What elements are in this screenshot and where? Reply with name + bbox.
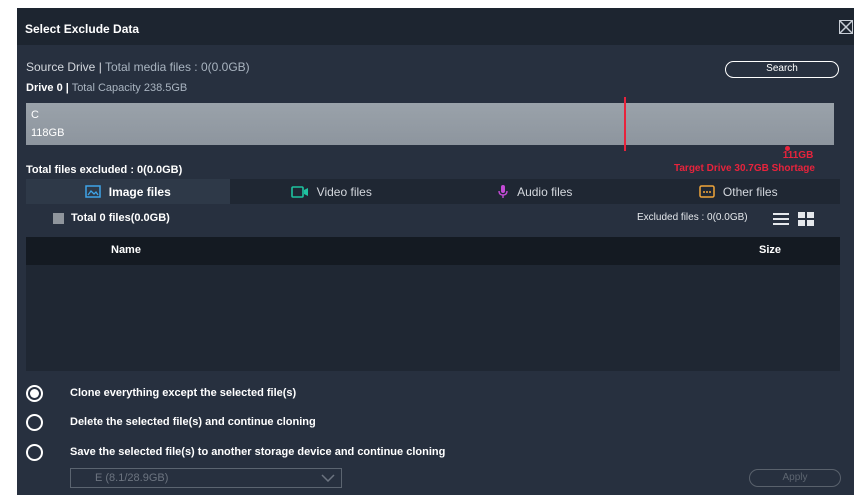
- target-drive-marker: [624, 97, 626, 151]
- target-shortage-warning: Target Drive 30.7GB Shortage: [674, 163, 815, 174]
- video-icon: [290, 185, 308, 198]
- column-header-size[interactable]: Size: [759, 244, 781, 256]
- file-list-toolbar: Total 0 files(0.0GB) Excluded files : 0(…: [26, 207, 840, 235]
- radio-button[interactable]: [26, 444, 43, 461]
- drive-name: Drive 0 |: [26, 82, 69, 94]
- list-view-icon[interactable]: [773, 212, 789, 226]
- other-files-icon: [699, 185, 715, 198]
- total-files-count: Total 0 files(0.0GB): [71, 212, 170, 224]
- close-icon[interactable]: [839, 20, 853, 34]
- total-capacity: Total Capacity 238.5GB: [71, 82, 188, 94]
- dialog-title: Select Exclude Data: [25, 22, 140, 36]
- tab-label: Other files: [722, 184, 778, 199]
- drive-capacity-bar: C 118GB: [26, 103, 834, 145]
- table-header: Name Size: [26, 237, 840, 265]
- file-type-tabs: Image files Video files Audio files Othe…: [26, 179, 840, 204]
- select-all-checkbox[interactable]: [53, 213, 64, 224]
- column-header-name[interactable]: Name: [111, 244, 141, 256]
- option-label: Save the selected file(s) to another sto…: [70, 446, 446, 458]
- partition-size: 118GB: [31, 127, 65, 139]
- apply-button[interactable]: Apply: [749, 469, 841, 487]
- option-label: Delete the selected file(s) and continue…: [70, 416, 316, 428]
- radio-button[interactable]: [26, 385, 43, 402]
- title-bar: Select Exclude Data: [17, 8, 854, 45]
- tab-label: Image files: [108, 184, 171, 199]
- tab-label: Audio files: [517, 184, 573, 199]
- destination-drive-select[interactable]: E (8.1/28.9GB): [70, 468, 342, 488]
- target-drive-size: 111GB: [782, 150, 814, 161]
- tab-video-files[interactable]: Video files: [229, 179, 433, 204]
- total-media-files: Total media files : 0(0.0GB): [104, 60, 250, 74]
- tab-other-files[interactable]: Other files: [636, 179, 840, 204]
- tab-label: Video files: [316, 184, 372, 199]
- search-button[interactable]: Search: [725, 61, 839, 78]
- microphone-icon: [498, 185, 508, 198]
- tab-audio-files[interactable]: Audio files: [433, 179, 637, 204]
- total-files-excluded: Total files excluded : 0(0.0GB): [26, 164, 183, 176]
- select-exclude-data-dialog: Select Exclude Data Source Drive | Total…: [17, 8, 854, 495]
- partition-letter: C: [31, 109, 39, 121]
- drive-info: Drive 0 | Total Capacity 238.5GB: [26, 82, 187, 94]
- source-drive-label: Source Drive |: [26, 60, 102, 74]
- image-icon: [84, 185, 101, 198]
- chevron-down-icon: [321, 474, 335, 482]
- destination-drive-value: E (8.1/28.9GB): [95, 472, 169, 484]
- source-drive-info: Source Drive | Total media files : 0(0.0…: [26, 60, 250, 74]
- grid-view-icon[interactable]: [798, 212, 814, 226]
- file-table: Name Size: [26, 237, 840, 371]
- radio-button[interactable]: [26, 414, 43, 431]
- tab-image-files[interactable]: Image files: [26, 179, 230, 204]
- option-label: Clone everything except the selected fil…: [70, 387, 297, 399]
- excluded-files-count: Excluded files : 0(0.0GB): [637, 212, 748, 223]
